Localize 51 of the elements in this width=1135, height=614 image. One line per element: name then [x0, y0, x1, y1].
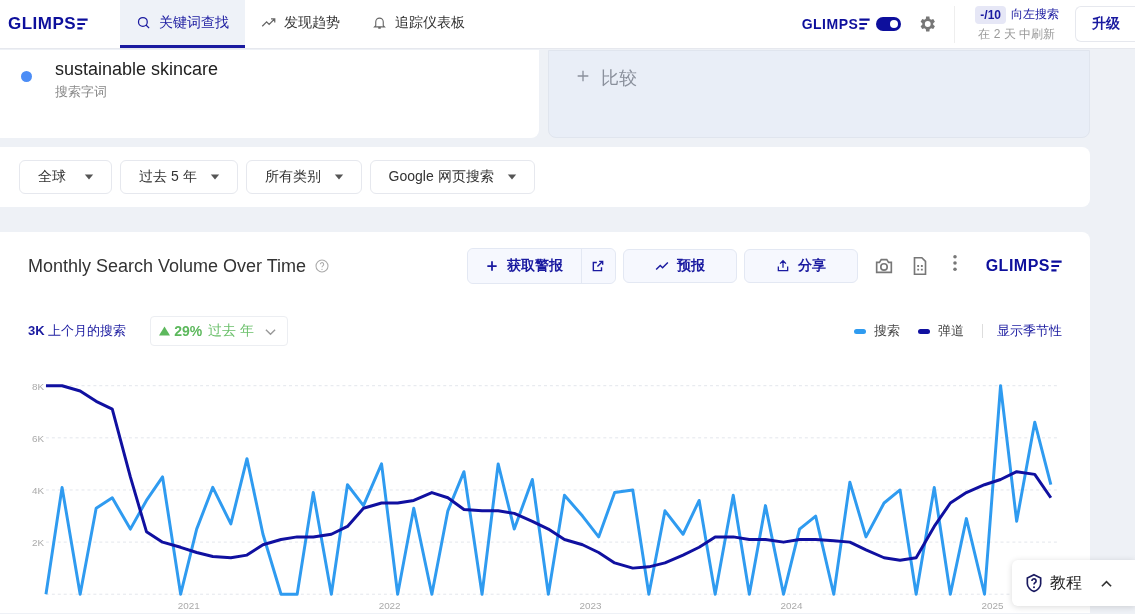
- logo: GLIMPS: [985, 257, 1062, 275]
- x-axis-label: 2025: [981, 600, 1004, 612]
- extension-toggle[interactable]: [876, 17, 902, 31]
- y-axis-label: 4K: [31, 484, 44, 496]
- search-term: sustainable skincare: [55, 59, 219, 80]
- seasonality-link[interactable]: 显示季节性: [997, 322, 1062, 340]
- x-axis-label: 2023: [579, 600, 602, 612]
- external-link-icon: [591, 259, 606, 273]
- nav-tab[interactable]: 关键词查找: [120, 0, 245, 48]
- help-icon: [1024, 573, 1044, 593]
- logo: GLIMPS: [801, 16, 871, 32]
- filter-dropdown[interactable]: Google 网页搜索: [369, 160, 535, 194]
- chart-title: Monthly Search Volume Over Time: [28, 255, 307, 277]
- y-axis-label: 6K: [31, 432, 44, 444]
- search-icon: [136, 15, 151, 30]
- logo: GLIMPS: [8, 14, 112, 34]
- growth-period: 过去 年: [208, 322, 255, 340]
- x-axis-label: 2022: [378, 600, 401, 612]
- refresh-note: 在 2 天 中刷新: [977, 25, 1056, 43]
- legend-label: 弹道: [938, 322, 964, 340]
- y-axis-label: 2K: [31, 537, 44, 549]
- chevron-up-icon: [1100, 577, 1113, 589]
- legend-label: 搜索: [874, 322, 900, 340]
- trend-icon: [654, 259, 669, 273]
- share-button[interactable]: 分享: [743, 249, 858, 283]
- nav-tab[interactable]: 发现趋势: [245, 0, 356, 48]
- filter-dropdown[interactable]: 全球: [19, 160, 112, 194]
- legend-swatch: [918, 328, 930, 334]
- legend-swatch: [854, 328, 866, 334]
- x-axis-label: 2021: [177, 600, 200, 612]
- filter-dropdown[interactable]: 所有类别: [245, 160, 362, 194]
- filter-dropdown[interactable]: 过去 5 年: [120, 160, 238, 194]
- quota-count: -/10: [975, 5, 1006, 24]
- up-triangle-icon: [159, 326, 171, 336]
- x-axis-label: 2024: [780, 600, 803, 612]
- nav-tab[interactable]: 追踪仪表板: [356, 0, 481, 48]
- plus-icon: [575, 68, 591, 84]
- growth-value: 29%: [174, 323, 203, 339]
- more-icon: [952, 255, 957, 271]
- plus-icon: [485, 259, 500, 273]
- caret-icon: [83, 172, 95, 182]
- term-caption: 搜索字词: [55, 83, 108, 101]
- tutorial-button[interactable]: 教程: [1012, 560, 1135, 606]
- upgrade-button[interactable]: 升级: [1075, 6, 1135, 42]
- bell-icon: [372, 15, 387, 30]
- y-axis-label: 8K: [31, 380, 44, 392]
- help-icon: [314, 258, 331, 274]
- quota-label: 向左搜索: [1011, 6, 1059, 23]
- forecast-button[interactable]: 预报: [622, 249, 737, 283]
- last-month-searches: 3K 上个月的搜索: [28, 322, 127, 340]
- share-icon: [775, 259, 790, 273]
